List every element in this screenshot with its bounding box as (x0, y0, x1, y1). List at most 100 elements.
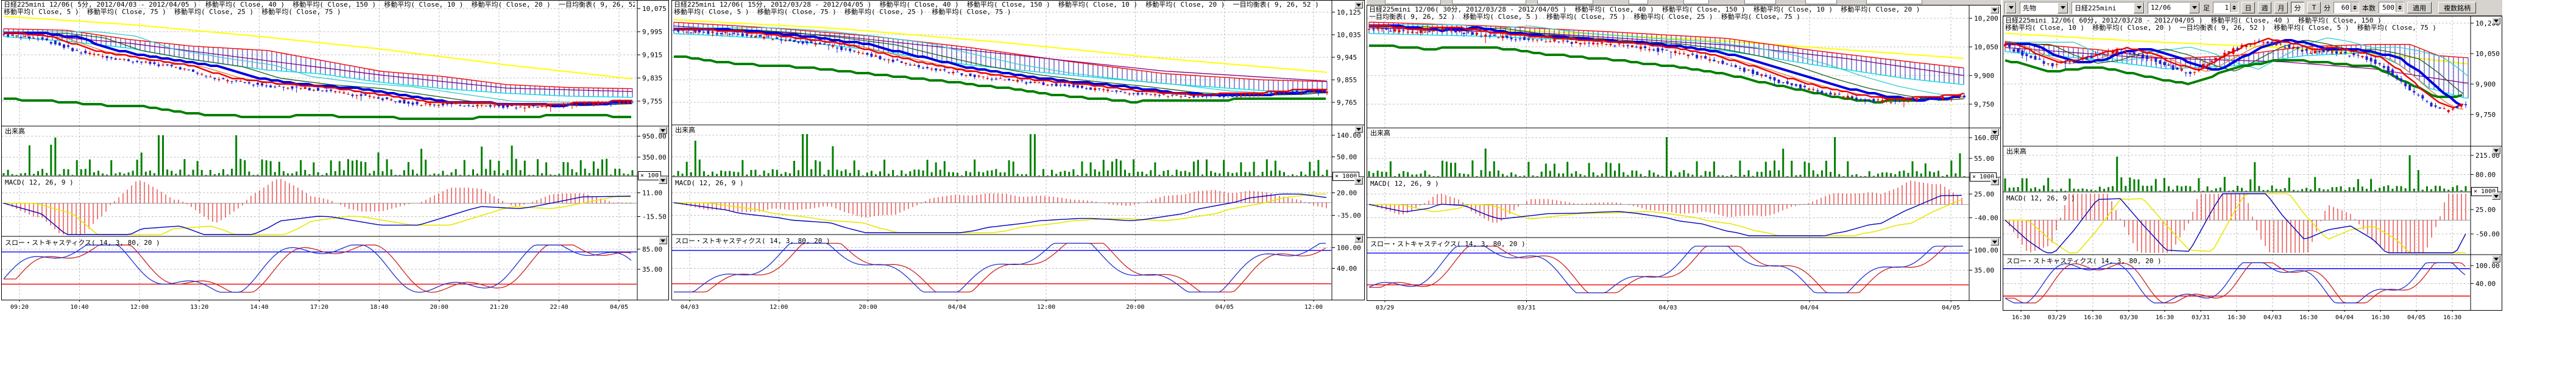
svg-text:12:00: 12:00 (1037, 304, 1055, 311)
stochastics-pane-label: スロー・ストキャスティクス( 14, 3, 80, 20 ) (5, 239, 160, 247)
svg-text:16:30: 16:30 (2227, 314, 2246, 321)
svg-text:20.00: 20.00 (1337, 189, 1357, 197)
volume-pane-label: 出来高 (1370, 130, 1390, 137)
svg-text:04/03: 04/03 (1658, 305, 1677, 311)
svg-text:-50.00: -50.00 (2475, 230, 2500, 238)
svg-text:10,200: 10,200 (1974, 15, 1998, 23)
macd-pane-label: MACD( 12, 26, 9 ) (1370, 180, 1439, 188)
svg-text:09:20: 09:20 (10, 304, 29, 311)
svg-text:16:30: 16:30 (2299, 314, 2318, 321)
macd-pane-label: MACD( 12, 26, 9 ) (5, 179, 74, 186)
chart-window-5min: 10,0759,9959,9159,8359,755950.00350.0011… (1, 0, 669, 385)
pane-collapse-button[interactable] (1990, 178, 1999, 185)
triangle-down-icon (1992, 241, 1997, 244)
pane-collapse-button[interactable] (2492, 192, 2500, 200)
stochastics-pane-label: スロー・ストキャスティクス( 14, 3, 80, 20 ) (1370, 241, 1526, 248)
svg-text:14:40: 14:40 (250, 304, 269, 311)
macd-pane-label: MACD( 12, 26, 9 ) (675, 180, 744, 187)
triangle-down-icon (660, 239, 665, 242)
chart-window-15min: 10,12510,0359,9459,8559,765140.0050.0020… (671, 0, 1365, 385)
candlestick-plot-15min: 10,12510,0359,9459,8559,765140.0050.0020… (671, 0, 1365, 317)
svg-text:40.00: 40.00 (1337, 265, 1357, 273)
pane-collapse-button[interactable] (659, 237, 667, 244)
svg-text:12:00: 12:00 (1304, 304, 1323, 311)
svg-text:9,995: 9,995 (642, 28, 662, 36)
svg-text:16:30: 16:30 (2371, 314, 2390, 321)
svg-text:18:40: 18:40 (370, 304, 388, 311)
svg-text:9,900: 9,900 (2475, 80, 2496, 88)
pane-collapse-button[interactable] (1354, 125, 1363, 133)
svg-text:25.00: 25.00 (2475, 206, 2496, 214)
trading-app-workspace: { "toolbar": { "category": "先物", "symbol… (0, 0, 2576, 385)
svg-text:100.00: 100.00 (2475, 262, 2500, 270)
svg-text:21:20: 21:20 (490, 304, 508, 311)
svg-text:-35.00: -35.00 (1337, 212, 1361, 220)
svg-text:35.00: 35.00 (1974, 267, 1994, 275)
triangle-down-icon (660, 179, 665, 182)
svg-text:16:30: 16:30 (2012, 314, 2030, 321)
pane-collapse-button[interactable] (2492, 255, 2500, 263)
svg-text:03/30: 03/30 (2120, 314, 2138, 321)
pane-collapse-button[interactable] (1354, 177, 1363, 185)
candlestick-plot-60min: 10,20010,0509,9009,750215.0080.0025.00-5… (2003, 0, 2502, 327)
triangle-down-icon (660, 129, 665, 132)
svg-text:9,765: 9,765 (1337, 99, 1357, 107)
pane-collapse-button[interactable] (659, 177, 667, 184)
svg-text:20:00: 20:00 (430, 304, 448, 311)
volume-multiplier-box: × 100 (638, 171, 661, 180)
svg-text:12:00: 12:00 (130, 304, 149, 311)
triangle-down-icon (1992, 9, 1997, 12)
svg-text:9,915: 9,915 (642, 51, 662, 59)
svg-text:03/31: 03/31 (1517, 305, 1535, 311)
svg-text:13:20: 13:20 (190, 304, 208, 311)
svg-text:100.00: 100.00 (1337, 244, 1361, 252)
candlestick-plot-5min: 10,0759,9959,9159,8359,755950.00350.0011… (1, 0, 669, 317)
triangle-down-icon (1356, 128, 1361, 131)
svg-text:22:40: 22:40 (550, 304, 568, 311)
triangle-down-icon (1356, 4, 1361, 7)
svg-text:9,750: 9,750 (2475, 111, 2496, 119)
svg-text:-15.50: -15.50 (642, 213, 667, 221)
pane-collapse-button[interactable] (2492, 147, 2500, 154)
svg-text:9,835: 9,835 (642, 74, 662, 82)
svg-text:50.00: 50.00 (1337, 154, 1357, 161)
svg-text:04/04: 04/04 (948, 304, 966, 311)
volume-pane-label: 出来高 (5, 128, 25, 135)
svg-text:10,050: 10,050 (2475, 50, 2500, 58)
svg-text:04/04: 04/04 (2335, 314, 2354, 321)
macd-pane-label: MACD( 12, 26, 9 ) (2006, 195, 2075, 202)
pane-collapse-button[interactable] (1354, 1, 1363, 9)
svg-text:9,900: 9,900 (1974, 72, 1994, 80)
triangle-down-icon (2494, 19, 2499, 23)
svg-text:55.00: 55.00 (1974, 155, 1994, 163)
pane-collapse-button[interactable] (1990, 6, 1999, 13)
svg-text:9,945: 9,945 (1337, 54, 1357, 62)
svg-text:17:20: 17:20 (310, 304, 328, 311)
svg-text:04/04: 04/04 (1800, 305, 1819, 311)
pane-collapse-button[interactable] (1990, 238, 1999, 245)
svg-text:9,755: 9,755 (642, 97, 662, 105)
pane-collapse-button[interactable] (659, 127, 667, 134)
svg-text:04/03: 04/03 (2263, 314, 2282, 321)
svg-text:10,075: 10,075 (642, 5, 667, 13)
svg-text:85.00: 85.00 (642, 245, 662, 253)
chart-window-30min: 10,20010,0509,9009,750160.0055.0025.00-4… (1367, 0, 2001, 385)
svg-text:20:00: 20:00 (1126, 304, 1144, 311)
svg-text:12:00: 12:00 (770, 304, 788, 311)
svg-text:100.00: 100.00 (1974, 247, 1998, 255)
svg-text:10:40: 10:40 (70, 304, 88, 311)
svg-text:16:30: 16:30 (2156, 314, 2174, 321)
svg-text:9,855: 9,855 (1337, 76, 1357, 84)
pane-collapse-button[interactable] (1990, 129, 1999, 136)
candlestick-plot-30min: 10,20010,0509,9009,750160.0055.0025.00-4… (1367, 0, 2001, 317)
svg-text:10,125: 10,125 (1337, 9, 1361, 16)
svg-text:16:30: 16:30 (2443, 314, 2461, 321)
svg-text:25.00: 25.00 (1974, 191, 1994, 199)
svg-text:350.00: 350.00 (642, 154, 667, 161)
volume-pane-label: 出来高 (675, 127, 695, 134)
pane-collapse-button[interactable] (2492, 17, 2500, 24)
pane-collapse-button[interactable] (1354, 235, 1363, 242)
triangle-down-icon (2494, 258, 2499, 261)
svg-text:9,750: 9,750 (1974, 101, 1994, 108)
svg-text:11.00: 11.00 (642, 189, 662, 197)
